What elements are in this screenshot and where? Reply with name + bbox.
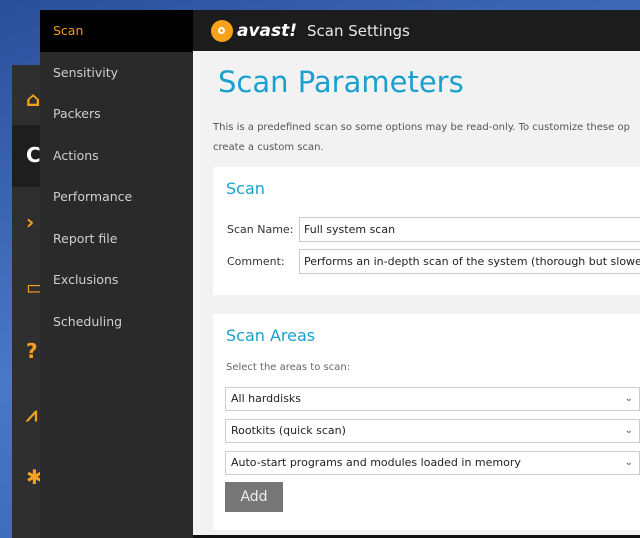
sidebar-item-packers[interactable]: Packers: [40, 93, 193, 135]
sidebar-item-exclusions[interactable]: Exclusions: [40, 259, 193, 301]
brand-name: avast!: [237, 20, 298, 41]
select-value: Auto-start programs and modules loaded i…: [231, 456, 521, 469]
scan-area-select[interactable]: Rootkits (quick scan) ⌄: [225, 419, 640, 443]
scan-heading: Scan: [226, 179, 265, 198]
window-title: Scan Settings: [307, 21, 410, 40]
comment-input[interactable]: Performs an in-depth scan of the system …: [299, 249, 640, 274]
settings-sidebar: Scan Sensitivity Packers Actions Perform…: [40, 10, 193, 538]
sidebar-item-performance[interactable]: Performance: [40, 176, 193, 218]
scan-name-input[interactable]: Full system scan: [299, 217, 640, 242]
logo-icon: [211, 19, 233, 42]
scan-area-select[interactable]: Auto-start programs and modules loaded i…: [225, 451, 640, 475]
avast-logo: avast!: [211, 19, 298, 42]
page-description: This is a predefined scan so some option…: [213, 118, 640, 158]
window-header: avast! Scan Settings: [193, 10, 640, 51]
comment-label: Comment:: [227, 255, 285, 268]
scan-area-select[interactable]: All harddisks ⌄: [225, 387, 640, 411]
scan-areas-instruction: Select the areas to scan:: [226, 362, 351, 373]
sidebar-item-sensitivity[interactable]: Sensitivity: [40, 52, 193, 94]
scan-name-label: Scan Name:: [227, 223, 294, 236]
sidebar-item-report-file[interactable]: Report file: [40, 218, 193, 260]
select-value: All harddisks: [231, 392, 302, 405]
sidebar-item-scan[interactable]: Scan: [40, 10, 193, 52]
page-title: Scan Parameters: [218, 65, 464, 99]
description-line: create a custom scan.: [213, 142, 324, 153]
main-content: Scan Parameters This is a predefined sca…: [193, 51, 640, 538]
chevron-down-icon: ⌄: [624, 425, 633, 436]
scan-areas-card: Scan Areas Select the areas to scan: All…: [213, 314, 640, 530]
add-button[interactable]: Add: [225, 482, 283, 512]
description-line: This is a predefined scan so some option…: [213, 122, 630, 133]
scan-areas-heading: Scan Areas: [226, 326, 316, 345]
sidebar-item-scheduling[interactable]: Scheduling: [40, 301, 193, 343]
chevron-down-icon: ⌄: [624, 457, 633, 468]
chevron-down-icon: ⌄: [624, 393, 633, 404]
sidebar-item-actions[interactable]: Actions: [40, 135, 193, 177]
select-value: Rootkits (quick scan): [231, 424, 346, 437]
scan-card: Scan Scan Name: Full system scan Comment…: [213, 167, 640, 295]
